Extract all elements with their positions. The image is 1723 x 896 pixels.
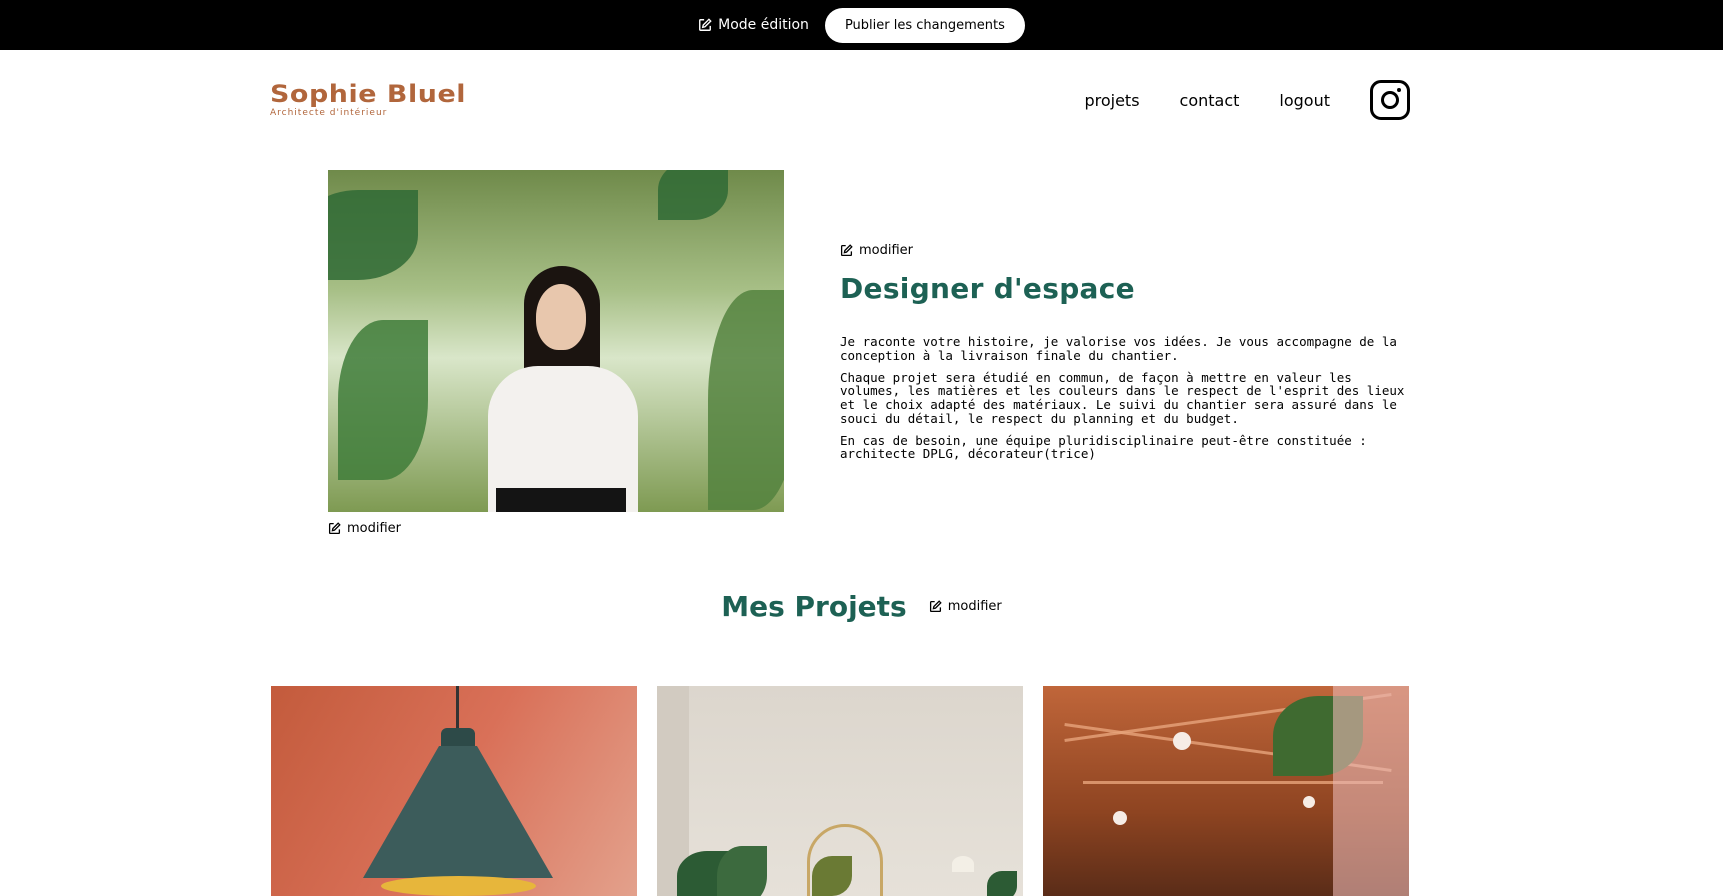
floor-lamp [952, 856, 974, 872]
modifier-label: modifier [347, 521, 402, 536]
edit-mode-label: Mode édition [718, 17, 809, 33]
introduction-article: modifier Designer d'espace Je raconte vo… [840, 243, 1410, 469]
leaf-decoration [658, 170, 728, 220]
project-gallery [271, 686, 1411, 896]
logo-subtitle: Architecte d'intérieur [270, 108, 388, 118]
portfolio-title: Mes Projets [721, 590, 907, 623]
introduction-title: Designer d'espace [840, 272, 1135, 305]
person-skirt [496, 488, 626, 512]
introduction-paragraph: En cas de besoin, une équipe pluridiscip… [840, 432, 1367, 462]
profile-photo [328, 170, 784, 512]
nav-projets[interactable]: projets [1084, 91, 1139, 110]
text-modifier-button[interactable]: modifier [840, 243, 1410, 258]
introduction-paragraph: Chaque projet sera étudié en commun, de … [840, 369, 1405, 426]
pendant-globe [1303, 796, 1315, 808]
project-image[interactable] [657, 686, 1023, 896]
edit-mode-indicator: Mode édition [698, 17, 809, 33]
portfolio-header: Mes Projets modifier [0, 590, 1723, 623]
pendant-globe [1173, 732, 1191, 750]
leaf-decoration [708, 290, 784, 510]
logo-name: Sophie Bluel [270, 80, 467, 108]
nav-logout[interactable]: logout [1279, 91, 1330, 110]
person-face [536, 284, 586, 350]
instagram-icon[interactable] [1370, 80, 1410, 120]
leaf-decoration [338, 320, 428, 480]
main-nav: projets contact logout [1084, 80, 1410, 120]
project-image[interactable] [1043, 686, 1409, 896]
leaf-decoration [328, 190, 418, 280]
project-image[interactable] [271, 686, 637, 896]
edit-icon [929, 600, 942, 613]
plant [812, 856, 852, 896]
pendant-globe [1113, 811, 1127, 825]
window-panel [1333, 686, 1409, 896]
edit-icon [699, 18, 712, 31]
publish-changes-button[interactable]: Publier les changements [824, 7, 1025, 43]
plant [987, 871, 1017, 896]
lamp-cap [441, 728, 475, 748]
logo[interactable]: Sophie Bluel Architecte d'intérieur [270, 82, 465, 118]
photo-modifier-button[interactable]: modifier [328, 521, 401, 536]
edit-icon [328, 522, 341, 535]
lamp-cord [456, 686, 459, 730]
modifier-label: modifier [947, 599, 1002, 614]
introduction-paragraph: Je raconte votre histoire, je valorise v… [840, 334, 1397, 363]
modifier-label: modifier [859, 243, 914, 258]
nav-contact[interactable]: contact [1180, 91, 1240, 110]
lamp-glow [381, 876, 536, 896]
site-header: Sophie Bluel Architecte d'intérieur proj… [270, 70, 1410, 130]
lamp-shade [363, 746, 553, 878]
edit-mode-bar: Mode édition Publier les changements [0, 0, 1723, 50]
plant [717, 846, 767, 896]
portfolio-modifier-button[interactable]: modifier [929, 599, 1002, 614]
edit-icon [840, 244, 853, 257]
